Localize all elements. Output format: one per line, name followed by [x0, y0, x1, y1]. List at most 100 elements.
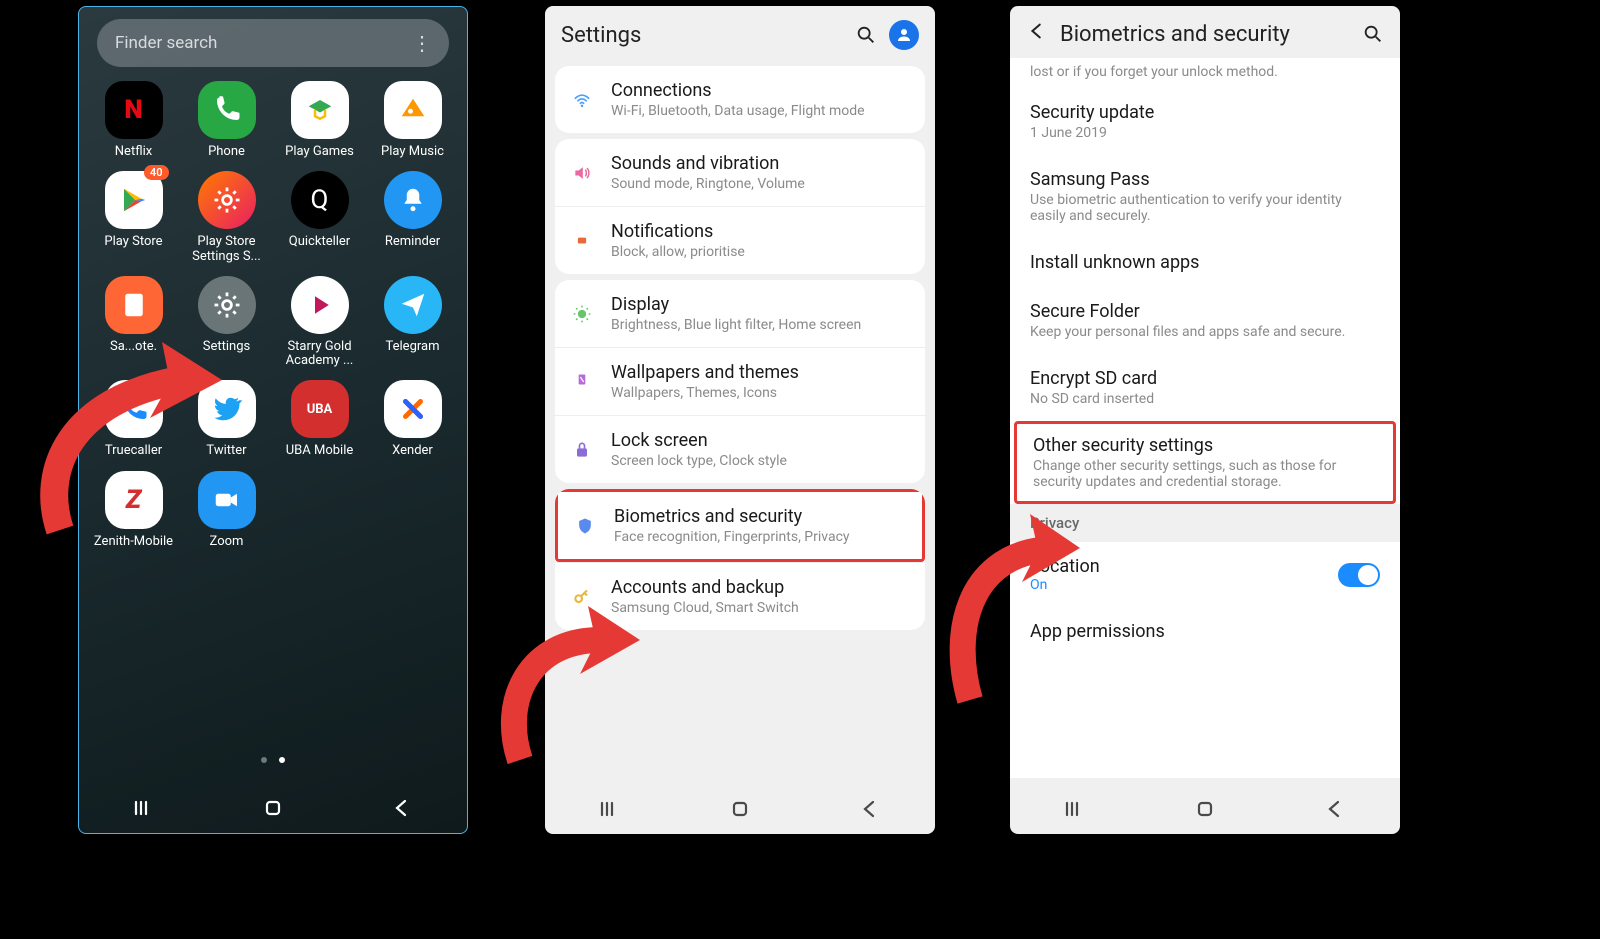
app-play-store[interactable]: 40Play Store — [89, 171, 178, 264]
back-button[interactable] — [1321, 795, 1349, 823]
app-zenith-mobile[interactable]: Z Zenith-Mobile — [89, 471, 178, 549]
app-settings[interactable]: Settings — [182, 276, 271, 369]
finder-search-bar[interactable]: Finder search ⋮ — [97, 19, 449, 67]
twitter-icon — [198, 380, 256, 438]
settings-item-sounds-and-vibration[interactable]: Sounds and vibration Sound mode, Ringtone… — [555, 139, 925, 206]
app-netflix[interactable]: NNetflix — [89, 81, 178, 159]
item-subtitle: Keep your personal files and apps safe a… — [1030, 324, 1380, 340]
security-item-secure-folder[interactable]: Secure FolderKeep your personal files an… — [1010, 287, 1400, 354]
app-label: Reminder — [385, 235, 440, 249]
wallpaper-icon — [571, 371, 593, 393]
back-icon[interactable] — [1026, 20, 1048, 48]
security-item-other-security-settings[interactable]: Other security settingsChange other secu… — [1014, 421, 1396, 504]
uba-mobile-icon: UBA — [291, 380, 349, 438]
phone-settings: Settings ConnectionsWi-Fi, Bluetooth, Da… — [545, 6, 935, 834]
security-item-security-update[interactable]: Security update1 June 2019 — [1010, 88, 1400, 155]
security-item-encrypt-sd-card[interactable]: Encrypt SD cardNo SD card inserted — [1010, 354, 1400, 421]
app-quickteller[interactable]: QQuickteller — [275, 171, 364, 264]
app-sa-ote-[interactable]: Sa...ote. — [89, 276, 178, 369]
sound-icon — [571, 162, 593, 184]
app-label: UBA Mobile — [286, 444, 354, 458]
display-icon — [571, 303, 593, 325]
notif-icon — [571, 230, 593, 252]
privacy-item-location[interactable]: LocationOn — [1010, 542, 1400, 607]
page-dot-active[interactable] — [279, 757, 285, 763]
settings-item-title: Accounts and backup — [611, 577, 909, 598]
item-subtitle: Change other security settings, such as … — [1033, 458, 1377, 490]
toggle-switch[interactable] — [1338, 563, 1380, 587]
lock-icon — [571, 439, 593, 461]
app-uba-mobile[interactable]: UBA UBA Mobile — [275, 380, 364, 458]
item-title: Security update — [1030, 102, 1380, 123]
home-button[interactable] — [1191, 795, 1219, 823]
app-phone[interactable]: Phone — [182, 81, 271, 159]
settings-item-connections[interactable]: ConnectionsWi-Fi, Bluetooth, Data usage,… — [555, 66, 925, 133]
nav-bar — [79, 783, 467, 833]
item-subtitle: On — [1030, 577, 1100, 593]
app-truecaller[interactable]: Truecaller — [89, 380, 178, 458]
phone-home-screen: Finder search ⋮ NNetflixPhonePlay GamesP… — [78, 6, 468, 834]
settings-item-wallpapers-and-themes[interactable]: Wallpapers and themesWallpapers, Themes,… — [555, 347, 925, 415]
settings-item-notifications[interactable]: NotificationsBlock, allow, prioritise — [555, 206, 925, 274]
quickteller-icon: Q — [291, 171, 349, 229]
wifi-icon — [571, 89, 593, 111]
security-item-install-unknown-apps[interactable]: Install unknown apps — [1010, 238, 1400, 287]
item-subtitle: No SD card inserted — [1030, 391, 1380, 407]
recents-button[interactable] — [596, 795, 624, 823]
app-telegram[interactable]: Telegram — [368, 276, 457, 369]
settings-item-title: Display — [611, 294, 909, 315]
settings-item-title: Biometrics and security — [614, 506, 906, 527]
back-button[interactable] — [856, 795, 884, 823]
settings-item-biometrics-and-security[interactable]: Biometrics and security Face recognition,… — [555, 489, 925, 562]
settings-item-lock-screen[interactable]: Lock screenScreen lock type, Clock style — [555, 415, 925, 483]
sa-ote--icon — [105, 276, 163, 334]
home-button[interactable] — [726, 795, 754, 823]
settings-card: ConnectionsWi-Fi, Bluetooth, Data usage,… — [555, 66, 925, 133]
search-icon[interactable] — [855, 24, 877, 46]
recents-button[interactable] — [1061, 795, 1089, 823]
settings-item-title: Notifications — [611, 221, 909, 242]
phone-icon — [198, 81, 256, 139]
settings-item-subtitle: Sound mode, Ringtone, Volume — [611, 176, 909, 192]
play-music-icon — [384, 81, 442, 139]
page-dot[interactable] — [261, 757, 267, 763]
more-icon[interactable]: ⋮ — [412, 31, 431, 55]
page-indicator — [79, 757, 467, 763]
app-zoom[interactable]: Zoom — [182, 471, 271, 549]
app-label: Zoom — [210, 535, 244, 549]
telegram-icon — [384, 276, 442, 334]
settings-item-subtitle: Face recognition, Fingerprints, Privacy — [614, 529, 906, 545]
app-play-music[interactable]: Play Music — [368, 81, 457, 159]
app-label: Zenith-Mobile — [94, 535, 173, 549]
settings-item-subtitle: Wallpapers, Themes, Icons — [611, 385, 909, 401]
app-label: Twitter — [206, 444, 246, 458]
shield-icon — [574, 515, 596, 537]
app-reminder[interactable]: Reminder — [368, 171, 457, 264]
privacy-item-app-permissions[interactable]: App permissions — [1010, 607, 1400, 656]
home-button[interactable] — [259, 794, 287, 822]
app-label: Netflix — [115, 145, 152, 159]
search-icon[interactable] — [1362, 23, 1384, 45]
settings-item-title: Sounds and vibration — [611, 153, 909, 174]
app-label: Settings — [203, 340, 250, 354]
back-button[interactable] — [388, 794, 416, 822]
app-label: Xender — [392, 444, 433, 458]
app-twitter[interactable]: Twitter — [182, 380, 271, 458]
zenith-mobile-icon: Z — [105, 471, 163, 529]
recents-button[interactable] — [130, 794, 158, 822]
security-item-samsung-pass[interactable]: Samsung PassUse biometric authentication… — [1010, 155, 1400, 238]
page-title: Biometrics and security — [1060, 22, 1350, 47]
key-icon — [571, 586, 593, 608]
settings-item-display[interactable]: DisplayBrightness, Blue light filter, Ho… — [555, 280, 925, 347]
settings-icon — [198, 276, 256, 334]
phone-biometrics: Biometrics and security lost or if you f… — [1010, 6, 1400, 834]
prev-item-tail: lost or if you forget your unlock method… — [1010, 58, 1400, 88]
app-xender[interactable]: Xender — [368, 380, 457, 458]
account-avatar[interactable] — [889, 20, 919, 50]
app-play-store-settings-s-[interactable]: Play Store Settings S... — [182, 171, 271, 264]
privacy-section-header: Privacy — [1010, 504, 1400, 542]
app-starry-gold-academy-[interactable]: Starry Gold Academy ... — [275, 276, 364, 369]
settings-item-accounts-and-backup[interactable]: Accounts and backupSamsung Cloud, Smart … — [555, 562, 925, 630]
app-play-games[interactable]: Play Games — [275, 81, 364, 159]
app-label: Play Store — [104, 235, 162, 249]
